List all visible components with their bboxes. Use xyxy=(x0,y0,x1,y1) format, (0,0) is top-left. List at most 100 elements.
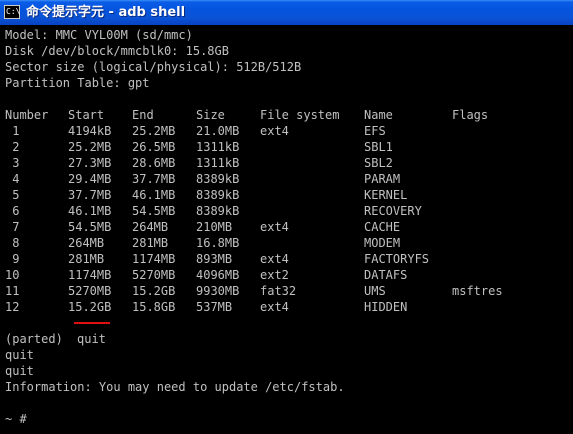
console-info-line: Information: You may need to update /etc… xyxy=(5,380,345,394)
cell-number: 8 xyxy=(5,236,20,250)
parted-command-line: (parted) quit xyxy=(5,331,205,347)
cell-end: 1174MB xyxy=(132,252,176,266)
partition-row: 6 46.1MB 54.5MB 8389kB RECOVERY xyxy=(5,203,565,219)
window-title: 命令提示字元 - adb shell xyxy=(26,5,186,20)
cell-end: 54.5MB xyxy=(132,204,176,218)
cell-end: 46.1MB xyxy=(132,188,176,202)
cell-size: 21.0MB xyxy=(196,124,240,138)
partition-row: 8 264MB 281MB 16.8MB MODEM xyxy=(5,235,565,251)
cell-end: 28.6MB xyxy=(132,156,176,170)
cell-name: UMS xyxy=(364,284,386,298)
cell-number: 7 xyxy=(5,220,20,234)
cell-file-system: ext4 xyxy=(260,252,289,266)
cell-end: 37.7MB xyxy=(132,172,176,186)
partition-row: 5 37.7MB 46.1MB 8389kB KERNEL xyxy=(5,187,565,203)
cell-start: 281MB xyxy=(68,252,105,266)
cell-start: 25.2MB xyxy=(68,140,112,154)
partition-row: 9 281MB 1174MB 893MB ext4 FACTORYFS xyxy=(5,251,565,267)
cell-start: 1174MB xyxy=(68,268,112,282)
cell-flags: msftres xyxy=(452,284,503,298)
cell-file-system: ext2 xyxy=(260,268,289,282)
cell-size: 210MB xyxy=(196,220,233,234)
cell-file-system: fat32 xyxy=(260,284,297,298)
console-output-line: quit xyxy=(5,364,34,378)
cell-number: 4 xyxy=(5,172,20,186)
header-number: Number xyxy=(5,108,49,122)
cell-number: 2 xyxy=(5,140,20,154)
header-end: End xyxy=(132,108,154,122)
partition-table-header: Number Start End Size File system Name F… xyxy=(5,107,565,123)
cell-end: 264MB xyxy=(132,220,169,234)
cell-start: 5270MB xyxy=(68,284,112,298)
cell-end: 281MB xyxy=(132,236,169,250)
cell-number: 11 xyxy=(5,284,20,298)
header-start: Start xyxy=(68,108,105,122)
parted-prompt: (parted) xyxy=(5,332,63,346)
cell-size: 1311kB xyxy=(196,140,240,154)
cell-size: 1311kB xyxy=(196,156,240,170)
cell-name: FACTORYFS xyxy=(364,252,430,266)
cell-start: 37.7MB xyxy=(68,188,112,202)
partition-row: 12 15.2GB 15.8GB 537MB ext4 HIDDEN xyxy=(5,299,565,315)
cell-end: 15.2GB xyxy=(132,284,176,298)
cell-name: HIDDEN xyxy=(364,300,408,314)
console-output[interactable]: Model: MMC VYL00M (sd/mmc) Disk /dev/blo… xyxy=(0,25,573,434)
console-output-line: quit xyxy=(5,348,34,362)
cell-size: 537MB xyxy=(196,300,233,314)
cell-size: 8389kB xyxy=(196,204,240,218)
cell-start: 15.2GB xyxy=(68,300,112,314)
cell-end: 15.8GB xyxy=(132,300,176,314)
console-line-partition-table: Partition Table: gpt xyxy=(5,76,150,90)
cell-name: CACHE xyxy=(364,220,401,234)
partition-row: 1 4194kB 25.2MB 21.0MB ext4 EFS xyxy=(5,123,565,139)
cell-name: MODEM xyxy=(364,236,401,250)
partition-row: 4 29.4MB 37.7MB 8389kB PARAM xyxy=(5,171,565,187)
cell-start: 264MB xyxy=(68,236,105,250)
cell-file-system: ext4 xyxy=(260,124,289,138)
console-line-disk: Disk /dev/block/mmcblk0: 15.8GB xyxy=(5,44,229,58)
partition-row: 2 25.2MB 26.5MB 1311kB SBL1 xyxy=(5,139,565,155)
partition-row: 3 27.3MB 28.6MB 1311kB SBL2 xyxy=(5,155,565,171)
partition-row: 10 1174MB 5270MB 4096MB ext2 DATAFS xyxy=(5,267,565,283)
cell-start: 54.5MB xyxy=(68,220,112,234)
highlight-underline xyxy=(74,322,110,324)
cell-size: 4096MB xyxy=(196,268,240,282)
parted-command: quit xyxy=(77,332,106,346)
header-flags: Flags xyxy=(452,108,489,122)
partition-row: 7 54.5MB 264MB 210MB ext4 CACHE xyxy=(5,219,565,235)
cell-number: 12 xyxy=(5,300,20,314)
cell-name: PARAM xyxy=(364,172,401,186)
cell-number: 6 xyxy=(5,204,20,218)
command-prompt-icon[interactable]: C:\ xyxy=(4,5,20,19)
cell-start: 29.4MB xyxy=(68,172,112,186)
cell-name: SBL1 xyxy=(364,140,393,154)
header-size: Size xyxy=(196,108,225,122)
cell-number: 9 xyxy=(5,252,20,266)
console-line-sector-size: Sector size (logical/physical): 512B/512… xyxy=(5,60,302,74)
partition-row: 11 5270MB 15.2GB 9930MB fat32 UMS msftres xyxy=(5,283,565,299)
title-bar[interactable]: C:\ 命令提示字元 - adb shell xyxy=(0,0,573,26)
cell-start: 27.3MB xyxy=(68,156,112,170)
header-file-system: File system xyxy=(260,108,340,122)
cell-name: SBL2 xyxy=(364,156,393,170)
cell-size: 8389kB xyxy=(196,188,240,202)
cell-number: 3 xyxy=(5,156,20,170)
cell-file-system: ext4 xyxy=(260,300,289,314)
cell-end: 25.2MB xyxy=(132,124,176,138)
cell-end: 26.5MB xyxy=(132,140,176,154)
cell-end: 5270MB xyxy=(132,268,176,282)
cell-name: KERNEL xyxy=(364,188,408,202)
shell-prompt[interactable]: ~ # xyxy=(5,411,34,427)
header-name: Name xyxy=(364,108,393,122)
cell-start: 46.1MB xyxy=(68,204,112,218)
cell-size: 8389kB xyxy=(196,172,240,186)
cell-name: RECOVERY xyxy=(364,204,422,218)
cell-number: 10 xyxy=(5,268,20,282)
cell-start: 4194kB xyxy=(68,124,112,138)
cell-name: DATAFS xyxy=(364,268,408,282)
cell-name: EFS xyxy=(364,124,386,138)
console-line-model: Model: MMC VYL00M (sd/mmc) xyxy=(5,28,193,42)
cell-size: 9930MB xyxy=(196,284,240,298)
cell-size: 16.8MB xyxy=(196,236,240,250)
cell-file-system: ext4 xyxy=(260,220,289,234)
